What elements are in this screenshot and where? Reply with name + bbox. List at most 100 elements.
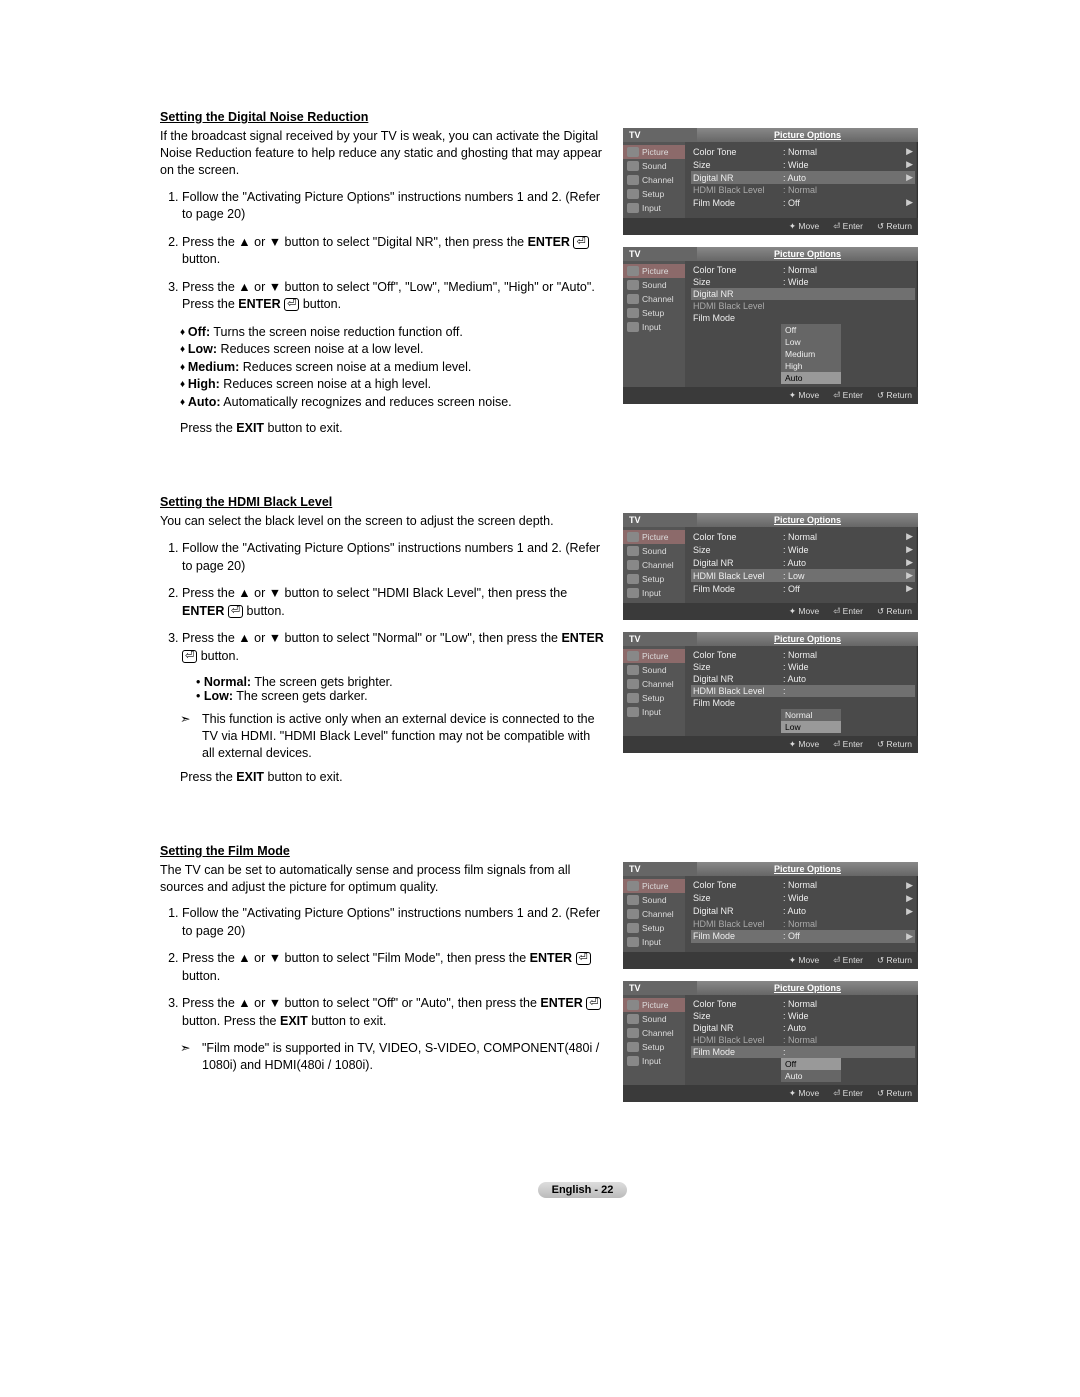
step-item: Press the ▲ or ▼ button to select "Norma… [182, 630, 605, 665]
osd-row: Color Tone: Normal▶ [691, 879, 915, 892]
osd-category-sound: Sound [623, 544, 685, 558]
osd-row: Digital NR: Auto▶ [691, 171, 915, 184]
option-item: Low: Reduces screen noise at a low level… [180, 341, 605, 359]
step-item: Follow the "Activating Picture Options" … [182, 540, 605, 575]
osd-option: Off [781, 1058, 841, 1070]
osd-category-input: Input [623, 705, 685, 719]
osd-row: HDMI Black Level: Low▶ [691, 569, 915, 582]
osd-settings-list: Color Tone: Normal Size: Wide Digital NR… [685, 646, 918, 736]
osd-screenshot: TV Picture Options PictureSoundChannelSe… [623, 247, 918, 404]
page-number-pill: English - 22 [538, 1182, 628, 1198]
osd-footer: ✦ Move⏎ Enter↺ Return [623, 736, 918, 753]
osd-category-channel: Channel [623, 1026, 685, 1040]
osd-title: Picture Options [697, 513, 918, 527]
step-list: Follow the "Activating Picture Options" … [160, 189, 605, 314]
osd-title: Picture Options [697, 981, 918, 995]
osd-dropdown: NormalLow [781, 709, 841, 733]
osd-row: Size: Wide▶ [691, 543, 915, 556]
osd-row: Film Mode: Off▶ [691, 196, 915, 209]
option-item: High: Reduces screen noise at a high lev… [180, 376, 605, 394]
osd-title: Picture Options [697, 128, 918, 142]
osd-category-list: PictureSoundChannelSetupInput [623, 646, 685, 736]
osd-category-sound: Sound [623, 1012, 685, 1026]
osd-footer: ✦ Move⏎ Enter↺ Return [623, 603, 918, 620]
step-item: Press the ▲ or ▼ button to select "HDMI … [182, 585, 605, 620]
osd-row: Size: Wide▶ [691, 158, 915, 171]
osd-settings-list: Color Tone: Normal▶ Size: Wide▶ Digital … [685, 527, 918, 603]
osd-row: Size: Wide [691, 661, 915, 673]
figure-column: TV Picture Options PictureSoundChannelSe… [623, 128, 918, 435]
figure-column: TV Picture Options PictureSoundChannelSe… [623, 862, 918, 1102]
option-item: Off: Turns the screen noise reduction fu… [180, 324, 605, 342]
osd-row: Color Tone: Normal▶ [691, 145, 915, 158]
osd-settings-list: Color Tone: Normal▶ Size: Wide▶ Digital … [685, 142, 918, 218]
osd-category-sound: Sound [623, 893, 685, 907]
step-item: Press the ▲ or ▼ button to select "Off" … [182, 995, 605, 1030]
osd-category-list: PictureSoundChannelSetupInput [623, 527, 685, 603]
section: Setting the Film Mode The TV can be set … [160, 844, 1005, 1102]
step-item: Follow the "Activating Picture Options" … [182, 189, 605, 224]
osd-category-setup: Setup [623, 187, 685, 201]
osd-row: Digital NR: Auto [691, 673, 915, 685]
osd-title: Picture Options [697, 632, 918, 646]
osd-category-setup: Setup [623, 691, 685, 705]
osd-row: Digital NR: Auto▶ [691, 556, 915, 569]
osd-footer: ✦ Move⏎ Enter↺ Return [623, 952, 918, 969]
step-item: Press the ▲ or ▼ button to select "Digit… [182, 234, 605, 269]
note: "Film mode" is supported in TV, VIDEO, S… [180, 1040, 605, 1074]
osd-dropdown: OffAuto [781, 1058, 841, 1082]
osd-option: Low [781, 336, 841, 348]
osd-option: Normal [781, 709, 841, 721]
figure-column: TV Picture Options PictureSoundChannelSe… [623, 513, 918, 784]
osd-option: Auto [781, 1070, 841, 1082]
option-sublist: • Normal: The screen gets brighter.• Low… [196, 675, 605, 703]
osd-footer: ✦ Move⏎ Enter↺ Return [623, 387, 918, 404]
section: Setting the Digital Noise Reduction If t… [160, 110, 1005, 435]
osd-row: Size: Wide▶ [691, 892, 915, 905]
osd-category-channel: Channel [623, 292, 685, 306]
osd-category-picture: Picture [623, 145, 685, 159]
osd-category-picture: Picture [623, 879, 685, 893]
section-title: Setting the Film Mode [160, 844, 1005, 858]
osd-title: Picture Options [697, 247, 918, 261]
osd-row: Color Tone: Normal [691, 649, 915, 661]
section-intro: The TV can be set to automatically sense… [160, 862, 605, 896]
osd-category-list: PictureSoundChannelSetupInput [623, 876, 685, 952]
osd-row: Film Mode: Off▶ [691, 582, 915, 595]
osd-category-list: PictureSoundChannelSetupInput [623, 261, 685, 387]
osd-settings-list: Color Tone: Normal▶ Size: Wide▶ Digital … [685, 876, 918, 952]
manual-page: Setting the Digital Noise Reduction If t… [0, 0, 1080, 1258]
osd-row: Color Tone: Normal▶ [691, 530, 915, 543]
option-item: • Low: The screen gets darker. [196, 689, 605, 703]
osd-option: Auto [781, 372, 841, 384]
option-item: Medium: Reduces screen noise at a medium… [180, 359, 605, 377]
exit-instruction: Press the EXIT button to exit. [180, 421, 605, 435]
osd-row: Digital NR: Auto [691, 1022, 915, 1034]
osd-tv-label: TV [623, 632, 697, 646]
osd-category-channel: Channel [623, 677, 685, 691]
osd-category-setup: Setup [623, 306, 685, 320]
step-item: Follow the "Activating Picture Options" … [182, 905, 605, 940]
osd-screenshot: TV Picture Options PictureSoundChannelSe… [623, 981, 918, 1102]
osd-row: Film Mode [691, 312, 915, 324]
section-intro: You can select the black level on the sc… [160, 513, 605, 530]
osd-category-list: PictureSoundChannelSetupInput [623, 142, 685, 218]
osd-category-channel: Channel [623, 907, 685, 921]
osd-category-input: Input [623, 1054, 685, 1068]
section-intro: If the broadcast signal received by your… [160, 128, 605, 179]
section-title: Setting the Digital Noise Reduction [160, 110, 1005, 124]
section: Setting the HDMI Black Level You can sel… [160, 495, 1005, 784]
osd-category-sound: Sound [623, 159, 685, 173]
osd-settings-list: Color Tone: Normal Size: Wide Digital NR… [685, 261, 918, 387]
osd-dropdown: OffLowMediumHighAuto [781, 324, 841, 384]
osd-category-picture: Picture [623, 998, 685, 1012]
section-title: Setting the HDMI Black Level [160, 495, 1005, 509]
osd-screenshot: TV Picture Options PictureSoundChannelSe… [623, 128, 918, 235]
osd-category-setup: Setup [623, 572, 685, 586]
osd-row: HDMI Black Level: Normal [691, 1034, 915, 1046]
osd-category-input: Input [623, 320, 685, 334]
osd-category-list: PictureSoundChannelSetupInput [623, 995, 685, 1085]
option-item: Auto: Automatically recognizes and reduc… [180, 394, 605, 412]
osd-category-channel: Channel [623, 558, 685, 572]
page-footer: English - 22 [160, 1182, 1005, 1198]
